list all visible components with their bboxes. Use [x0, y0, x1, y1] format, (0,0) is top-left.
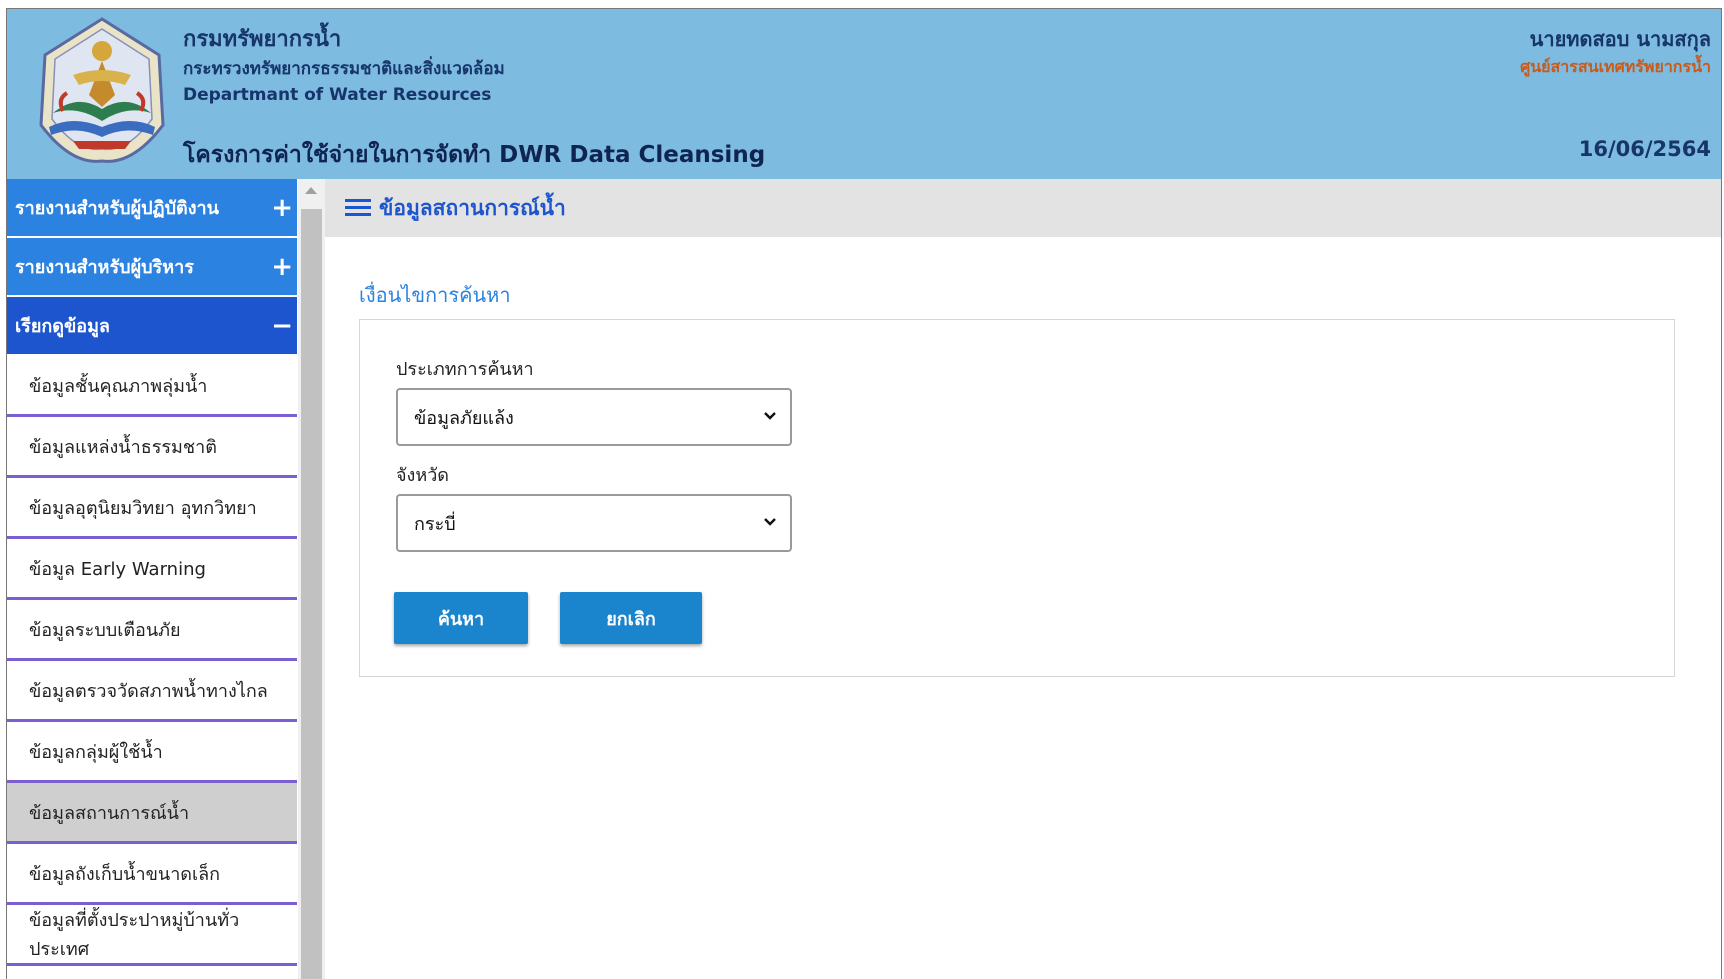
sidebar-item-label: ข้อมูลอุตุนิยมวิทยา อุทกวิทยา	[29, 497, 257, 519]
sidebar-menu: รายงานสำหรับผู้ปฏิบัติงาน + รายงานสำหรับ…	[7, 179, 297, 966]
sidebar-item-label: ข้อมูลที่ตั้งประปาหมู่บ้านทั่วประเทศ	[29, 910, 240, 960]
page-title: ข้อมูลสถานการณ์น้ำ	[379, 195, 566, 220]
sidebar-group-label: เรียกดูข้อมูล	[15, 316, 110, 337]
sidebar-item-water-situation[interactable]: ข้อมูลสถานการณ์น้ำ	[7, 783, 297, 844]
sidebar: รายงานสำหรับผู้ปฏิบัติงาน + รายงานสำหรับ…	[7, 179, 325, 979]
search-type-select[interactable]: ข้อมูลภัยแล้ง	[396, 388, 792, 446]
sidebar-item-label: ข้อมูลชั้นคุณภาพลุ่มน้ำ	[29, 375, 208, 397]
org-name: กรมทรัพยากรน้ำ	[183, 27, 342, 52]
sidebar-item-natural-water-sources[interactable]: ข้อมูลแหล่งน้ำธรรมชาติ	[7, 417, 297, 478]
province-value: กระบี่	[414, 513, 456, 535]
hamburger-menu-icon[interactable]	[345, 199, 371, 217]
sidebar-group-operator-reports[interactable]: รายงานสำหรับผู้ปฏิบัติงาน +	[7, 179, 297, 238]
sidebar-item-label: ข้อมูลตรวจวัดสภาพน้ำทางไกล	[29, 680, 268, 702]
province-select[interactable]: กระบี่	[396, 494, 792, 552]
sidebar-item-label: ข้อมูลระบบเตือนภัย	[29, 619, 181, 641]
sidebar-group-label: รายงานสำหรับผู้บริหาร	[15, 257, 194, 278]
section-title: เงื่อนไขการค้นหา	[359, 283, 511, 307]
ministry-name: กระทรวงทรัพยากรธรรมชาติและสิ่งแวดล้อม	[183, 59, 505, 79]
expand-icon[interactable]: +	[271, 195, 293, 221]
search-type-value: ข้อมูลภัยแล้ง	[414, 407, 514, 429]
header-date: 16/06/2564	[1578, 137, 1711, 161]
sidebar-item-meteorology-hydrology[interactable]: ข้อมูลอุตุนิยมวิทยา อุทกวิทยา	[7, 478, 297, 539]
scroll-up-arrow-icon[interactable]	[305, 187, 317, 194]
sidebar-group-label: รายงานสำหรับผู้ปฏิบัติงาน	[15, 198, 219, 219]
sidebar-item-label: ข้อมูลถังเก็บน้ำขนาดเล็ก	[29, 863, 221, 885]
sidebar-group-executive-reports[interactable]: รายงานสำหรับผู้บริหาร +	[7, 238, 297, 297]
scrollbar-thumb[interactable]	[301, 209, 322, 979]
sidebar-item-watershed-class[interactable]: ข้อมูลชั้นคุณภาพลุ่มน้ำ	[7, 356, 297, 417]
sidebar-item-warning-system[interactable]: ข้อมูลระบบเตือนภัย	[7, 600, 297, 661]
expand-icon[interactable]: +	[271, 254, 293, 280]
sidebar-item-label: ข้อมูลสถานการณ์น้ำ	[29, 802, 190, 824]
sidebar-item-water-user-groups[interactable]: ข้อมูลกลุ่มผู้ใช้น้ำ	[7, 722, 297, 783]
sidebar-item-label: ข้อมูลกลุ่มผู้ใช้น้ำ	[29, 741, 163, 763]
sidebar-scrollbar[interactable]	[298, 179, 325, 979]
app-window: กรมทรัพยากรน้ำ กระทรวงทรัพยากรธรรมชาติแล…	[6, 8, 1722, 979]
page-titlebar: ข้อมูลสถานการณ์น้ำ	[325, 179, 1721, 237]
sidebar-item-small-water-tanks[interactable]: ข้อมูลถังเก็บน้ำขนาดเล็ก	[7, 844, 297, 905]
cancel-button[interactable]: ยกเลิก	[560, 592, 702, 644]
sidebar-item-label: ข้อมูล Early Warning	[29, 558, 206, 580]
project-title: โครงการค่าใช้จ่ายในการจัดทำ DWR Data Cle…	[183, 142, 766, 168]
sidebar-item-village-water-supply[interactable]: ข้อมูลที่ตั้งประปาหมู่บ้านทั่วประเทศ	[7, 905, 297, 966]
search-type-label: ประเภทการค้นหา	[396, 359, 534, 380]
dwr-emblem-icon	[33, 15, 171, 167]
sidebar-item-telemetry[interactable]: ข้อมูลตรวจวัดสภาพน้ำทางไกล	[7, 661, 297, 722]
user-name[interactable]: นายทดสอบ นามสกุล	[1530, 23, 1711, 55]
header: กรมทรัพยากรน้ำ กระทรวงทรัพยากรธรรมชาติแล…	[7, 9, 1721, 179]
collapse-icon[interactable]: −	[271, 313, 293, 339]
chevron-down-icon	[764, 412, 776, 420]
department-name-en: Departmant of Water Resources	[183, 85, 492, 105]
main-content: ข้อมูลสถานการณ์น้ำ เงื่อนไขการค้นหา ประเ…	[325, 179, 1721, 979]
sidebar-group-view-data[interactable]: เรียกดูข้อมูล −	[7, 297, 297, 356]
search-panel: ประเภทการค้นหา ข้อมูลภัยแล้ง จังหวัด กระ…	[359, 319, 1675, 677]
user-unit: ศูนย์สารสนเทศทรัพยากรน้ำ	[1520, 57, 1711, 76]
sidebar-item-early-warning[interactable]: ข้อมูล Early Warning	[7, 539, 297, 600]
sidebar-item-label: ข้อมูลแหล่งน้ำธรรมชาติ	[29, 436, 217, 458]
chevron-down-icon	[764, 518, 776, 526]
province-label: จังหวัด	[396, 465, 449, 486]
search-button[interactable]: ค้นหา	[394, 592, 528, 644]
